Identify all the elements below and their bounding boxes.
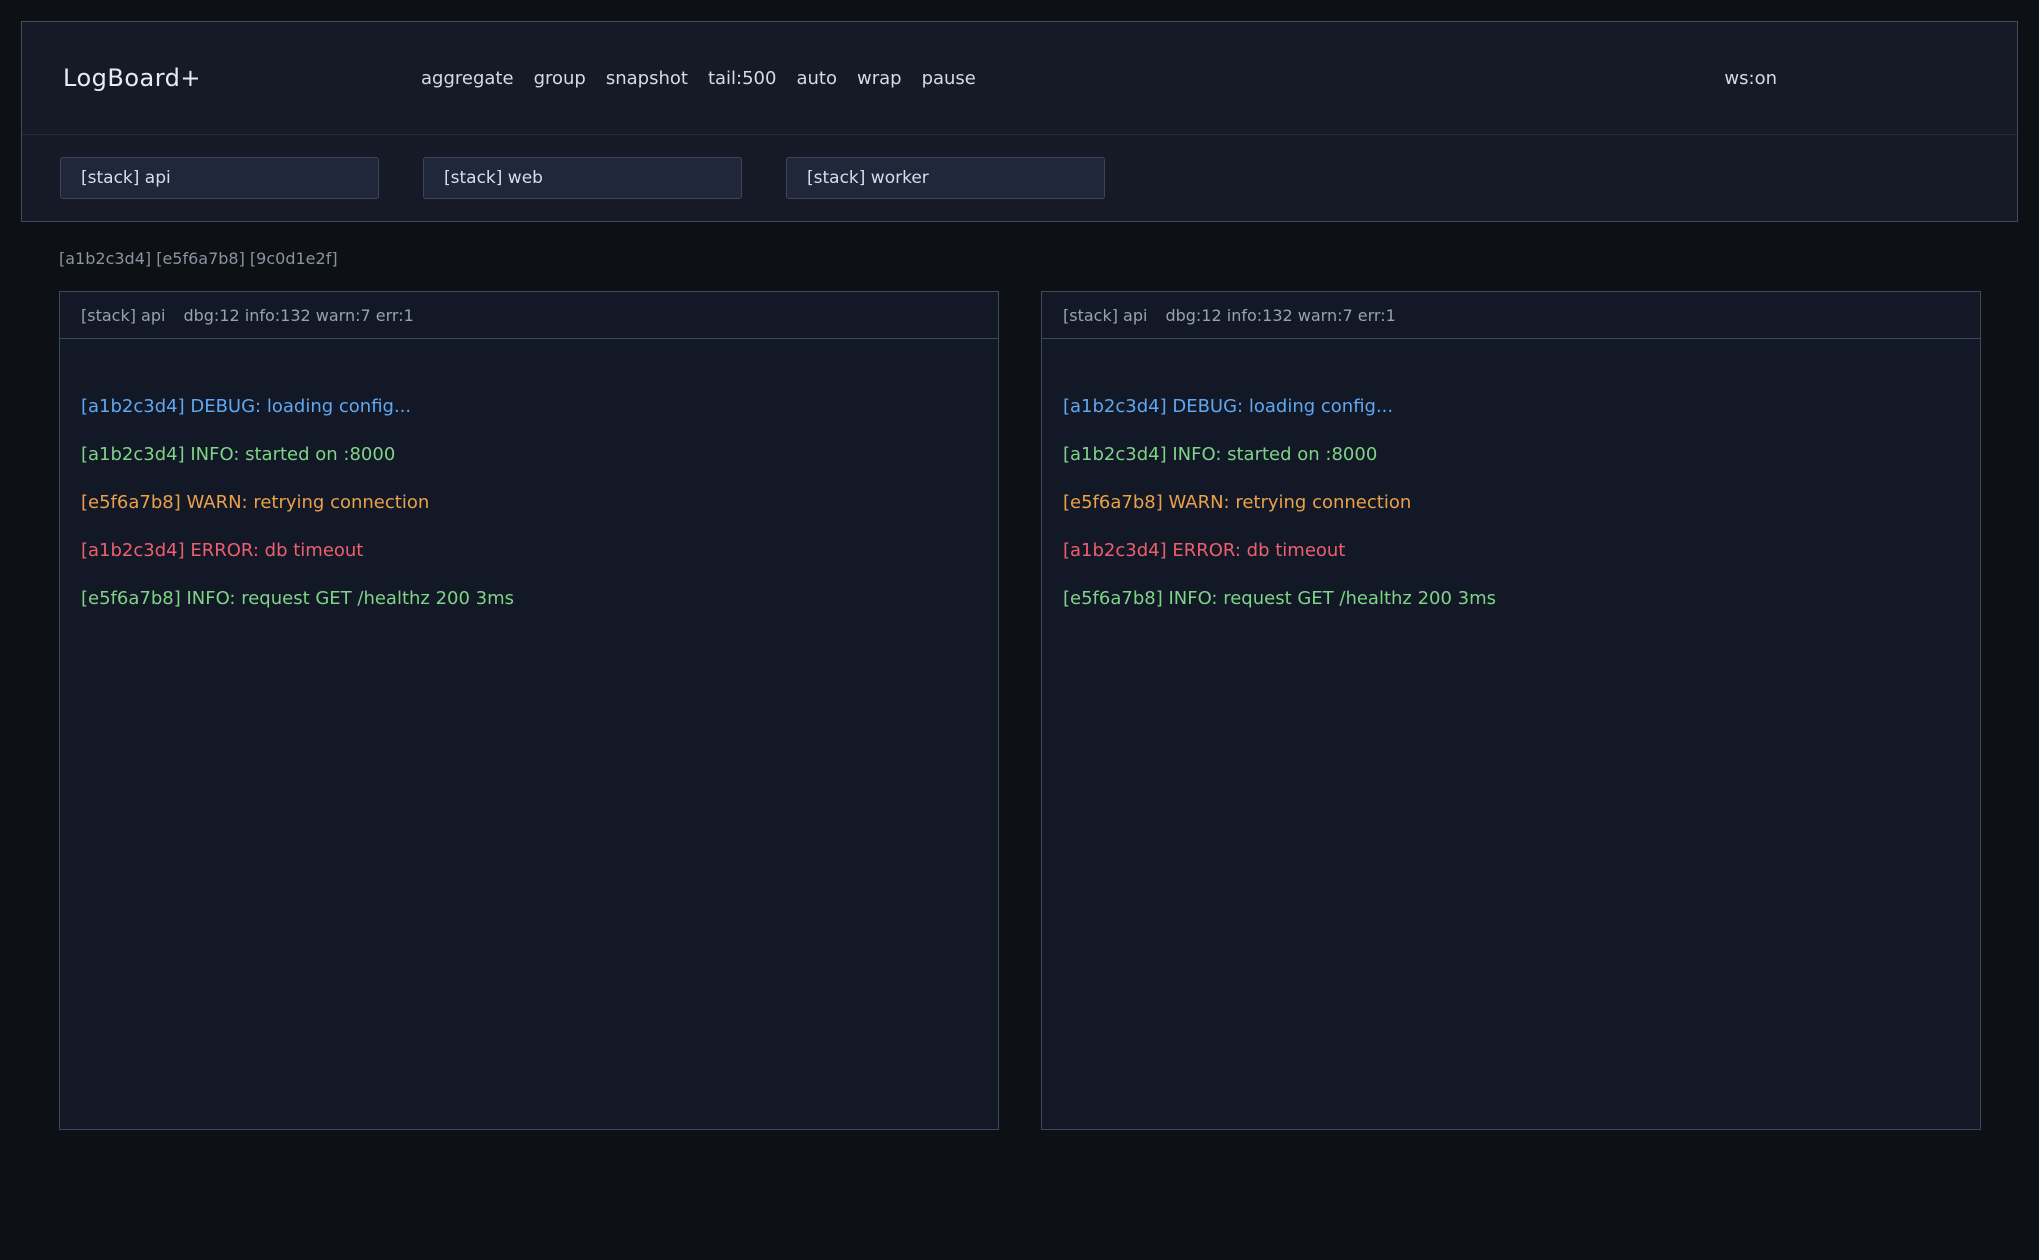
websocket-status-badge: ws:on bbox=[1724, 68, 1777, 89]
log-panel-right: [stack] api dbg:12 info:132 warn:7 err:1… bbox=[1041, 291, 1981, 1130]
menu-item-pause[interactable]: pause bbox=[922, 68, 976, 89]
panel-title: [stack] api bbox=[81, 306, 165, 325]
topbar-main-row: LogBoard+ aggregate group snapshot tail:… bbox=[22, 22, 2017, 135]
log-line: [e5f6a7b8] WARN: retrying connection bbox=[81, 479, 988, 527]
log-output[interactable]: [a1b2c3d4] DEBUG: loading config... [a1b… bbox=[60, 339, 998, 1129]
log-panels: [stack] api dbg:12 info:132 warn:7 err:1… bbox=[59, 291, 1981, 1130]
app-title: LogBoard+ bbox=[63, 64, 421, 92]
menu-item-aggregate[interactable]: aggregate bbox=[421, 68, 514, 89]
log-line: [e5f6a7b8] INFO: request GET /healthz 20… bbox=[81, 575, 988, 623]
topbar: LogBoard+ aggregate group snapshot tail:… bbox=[21, 21, 2018, 222]
trace-ids-line: [a1b2c3d4] [e5f6a7b8] [9c0d1e2f] bbox=[59, 249, 2039, 268]
log-line: [e5f6a7b8] WARN: retrying connection bbox=[1063, 479, 1970, 527]
menu-item-wrap[interactable]: wrap bbox=[857, 68, 902, 89]
log-panel-left: [stack] api dbg:12 info:132 warn:7 err:1… bbox=[59, 291, 999, 1130]
panel-title: [stack] api bbox=[1063, 306, 1147, 325]
panel-level-counts: dbg:12 info:132 warn:7 err:1 bbox=[1165, 306, 1395, 325]
log-output[interactable]: [a1b2c3d4] DEBUG: loading config... [a1b… bbox=[1042, 339, 1980, 1129]
log-panel-header: [stack] api dbg:12 info:132 warn:7 err:1 bbox=[1042, 292, 1980, 339]
stack-tab-api[interactable]: [stack] api bbox=[60, 157, 379, 199]
panel-level-counts: dbg:12 info:132 warn:7 err:1 bbox=[183, 306, 413, 325]
log-panel-header: [stack] api dbg:12 info:132 warn:7 err:1 bbox=[60, 292, 998, 339]
menu-item-auto[interactable]: auto bbox=[796, 68, 837, 89]
stack-tabs-row: [stack] api [stack] web [stack] worker bbox=[22, 135, 2017, 221]
menu-item-snapshot[interactable]: snapshot bbox=[606, 68, 688, 89]
log-line: [a1b2c3d4] ERROR: db timeout bbox=[1063, 527, 1970, 575]
toolbar-menu: aggregate group snapshot tail:500 auto w… bbox=[421, 68, 976, 89]
menu-item-group[interactable]: group bbox=[534, 68, 586, 89]
log-line: [a1b2c3d4] DEBUG: loading config... bbox=[1063, 383, 1970, 431]
log-line: [e5f6a7b8] INFO: request GET /healthz 20… bbox=[1063, 575, 1970, 623]
menu-item-tail[interactable]: tail:500 bbox=[708, 68, 777, 89]
log-line: [a1b2c3d4] ERROR: db timeout bbox=[81, 527, 988, 575]
log-line: [a1b2c3d4] INFO: started on :8000 bbox=[81, 431, 988, 479]
stack-tab-worker[interactable]: [stack] worker bbox=[786, 157, 1105, 199]
log-line: [a1b2c3d4] DEBUG: loading config... bbox=[81, 383, 988, 431]
stack-tab-web[interactable]: [stack] web bbox=[423, 157, 742, 199]
log-line: [a1b2c3d4] INFO: started on :8000 bbox=[1063, 431, 1970, 479]
